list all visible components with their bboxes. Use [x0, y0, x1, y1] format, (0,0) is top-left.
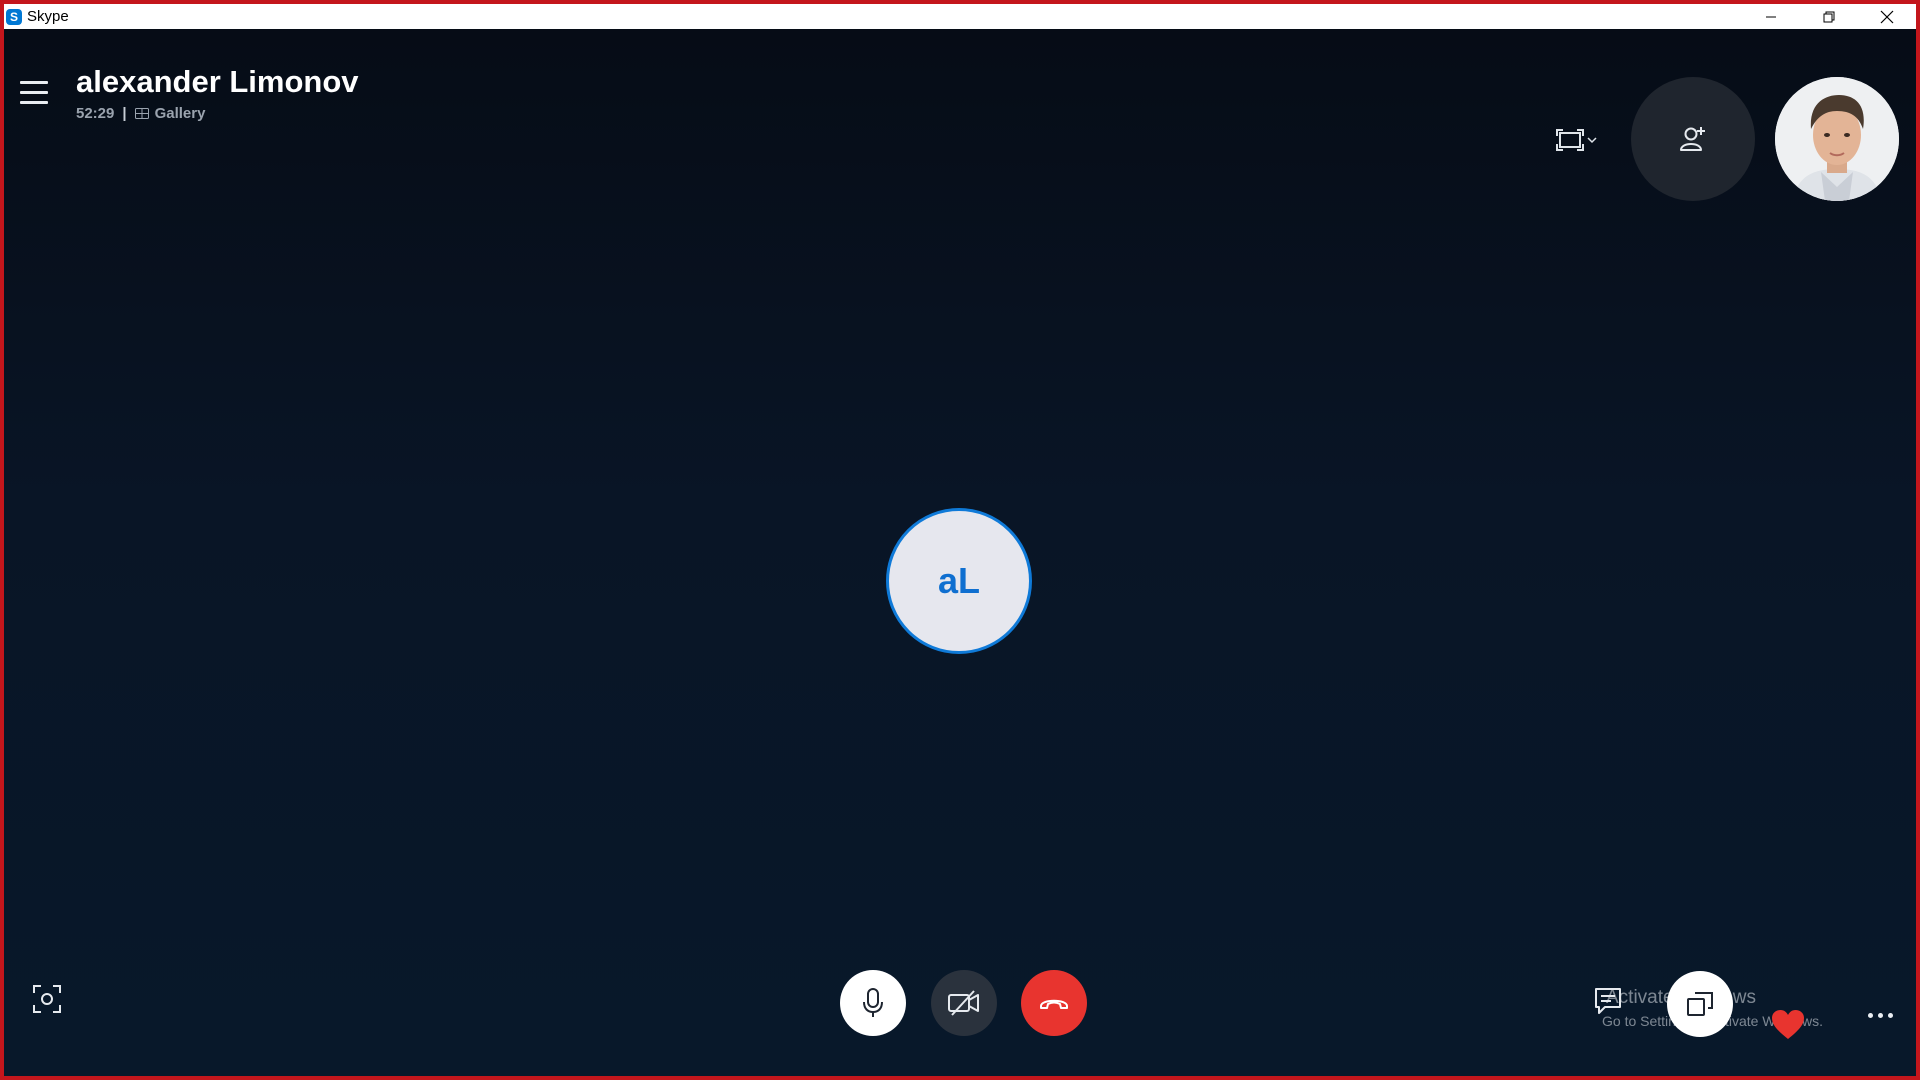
skype-window: S Skype alexander Limonov 52:29 | Galler… — [4, 4, 1916, 1076]
skype-logo-icon: S — [6, 8, 22, 25]
share-screen-icon — [1687, 992, 1713, 1016]
microphone-button[interactable] — [840, 970, 906, 1036]
hamburger-menu-button[interactable] — [20, 77, 50, 107]
more-dot — [1887, 1012, 1893, 1018]
status-separator: | — [122, 105, 127, 122]
call-duration: 52:29 — [76, 105, 115, 122]
participant-avatar: aL — [886, 508, 1032, 654]
video-off-icon — [948, 990, 979, 1016]
restore-icon — [1823, 11, 1835, 22]
fullscreen-view-icon — [1556, 129, 1584, 151]
heart-icon — [1772, 1010, 1804, 1039]
share-screen-button[interactable] — [1667, 971, 1733, 1037]
minimize-button[interactable] — [1742, 4, 1800, 29]
call-status: 52:29 | Gallery — [76, 105, 205, 122]
hamburger-line — [20, 100, 48, 104]
snapshot-button[interactable] — [30, 982, 64, 1016]
add-participant-button[interactable] — [1631, 77, 1755, 201]
chat-icon — [1595, 988, 1621, 1014]
view-layout-button[interactable] — [1556, 127, 1604, 153]
more-options-button[interactable] — [1862, 1003, 1898, 1027]
self-video-preview[interactable] — [1775, 77, 1899, 201]
close-button[interactable] — [1858, 4, 1916, 29]
end-call-icon — [1040, 999, 1068, 1009]
window-controls — [1742, 4, 1916, 29]
more-dot — [1867, 1012, 1873, 1018]
self-preview-portrait — [1775, 77, 1899, 201]
end-call-button[interactable] — [1021, 970, 1087, 1036]
hamburger-line — [20, 80, 48, 84]
view-mode-label[interactable]: Gallery — [155, 105, 206, 122]
window-title: Skype — [27, 8, 69, 25]
add-person-icon — [1680, 127, 1705, 151]
minimize-icon — [1766, 16, 1776, 17]
chevron-down-icon — [1587, 137, 1597, 144]
reaction-button[interactable] — [1768, 1007, 1808, 1043]
snapshot-icon — [33, 985, 61, 1013]
gallery-icon — [134, 108, 149, 119]
chat-button[interactable] — [1592, 985, 1624, 1017]
close-icon — [1880, 10, 1894, 23]
more-dot — [1877, 1012, 1883, 1018]
title-bar: S Skype — [4, 4, 1916, 29]
hamburger-line — [20, 90, 48, 94]
contact-name: alexander Limonov — [76, 64, 359, 99]
video-toggle-button[interactable] — [931, 970, 997, 1036]
restore-button[interactable] — [1800, 4, 1858, 29]
call-stage: alexander Limonov 52:29 | Gallery aL Act… — [4, 29, 1916, 1076]
microphone-icon — [863, 988, 883, 1017]
